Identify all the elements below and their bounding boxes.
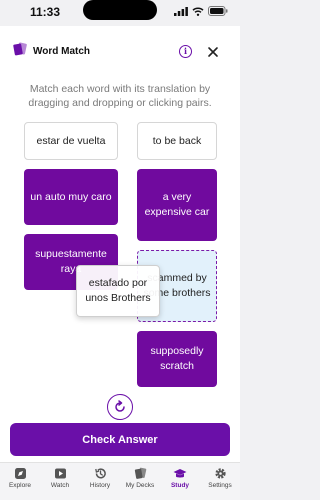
tab-my-decks[interactable]: My Decks: [120, 463, 160, 500]
translation-card-supposedly-scratch[interactable]: supposedly scratch: [137, 331, 217, 387]
tab-bar: Explore Watch History My Decks Study Set…: [0, 462, 240, 500]
graduation-cap-icon: [173, 469, 187, 478]
check-answer-button[interactable]: Check Answer: [10, 423, 230, 456]
status-time: 11:33: [30, 5, 61, 19]
instructions: Match each word with its translation by …: [28, 83, 212, 109]
header: Word Match i: [0, 26, 240, 76]
wifi-icon: [192, 7, 204, 16]
tab-watch[interactable]: Watch: [40, 463, 80, 500]
tab-study[interactable]: Study: [160, 463, 200, 500]
screen: 11:33 Word Match i Match each word with …: [0, 0, 240, 500]
tab-settings[interactable]: Settings: [200, 463, 240, 500]
battery-icon: [208, 6, 228, 16]
tab-label: Watch: [50, 482, 70, 489]
tab-label: Settings: [208, 482, 232, 489]
cards-logo-icon: [13, 42, 27, 56]
tab-history[interactable]: History: [80, 463, 120, 500]
signal-icon: [174, 6, 188, 16]
tab-label: Explore: [8, 482, 32, 489]
tab-label: My Decks: [125, 482, 155, 489]
tab-explore[interactable]: Explore: [0, 463, 40, 500]
reset-button[interactable]: [107, 394, 133, 420]
status-bar: 11:33: [0, 0, 240, 26]
refresh-icon: [115, 400, 125, 412]
compass-icon: [14, 468, 26, 479]
dragging-word-card[interactable]: estafado por unos Brothers: [76, 265, 160, 317]
gear-icon: [214, 468, 226, 479]
decks-icon: [134, 467, 146, 479]
history-icon: [94, 468, 106, 479]
page-title: Word Match: [33, 46, 91, 57]
status-icons: [174, 6, 228, 16]
word-card-un-auto-muy-caro[interactable]: un auto muy caro: [24, 169, 118, 225]
translation-card-a-very-expensive-car[interactable]: a very expensive car: [137, 169, 217, 241]
tab-label: History: [89, 482, 111, 489]
dynamic-island: [83, 0, 157, 20]
info-button[interactable]: i: [179, 45, 192, 58]
close-icon[interactable]: [205, 44, 221, 60]
play-icon: [54, 468, 66, 479]
tab-label: Study: [170, 482, 190, 489]
word-card-estar-de-vuelta[interactable]: estar de vuelta: [24, 122, 118, 160]
translation-card-to-be-back[interactable]: to be back: [137, 122, 217, 160]
